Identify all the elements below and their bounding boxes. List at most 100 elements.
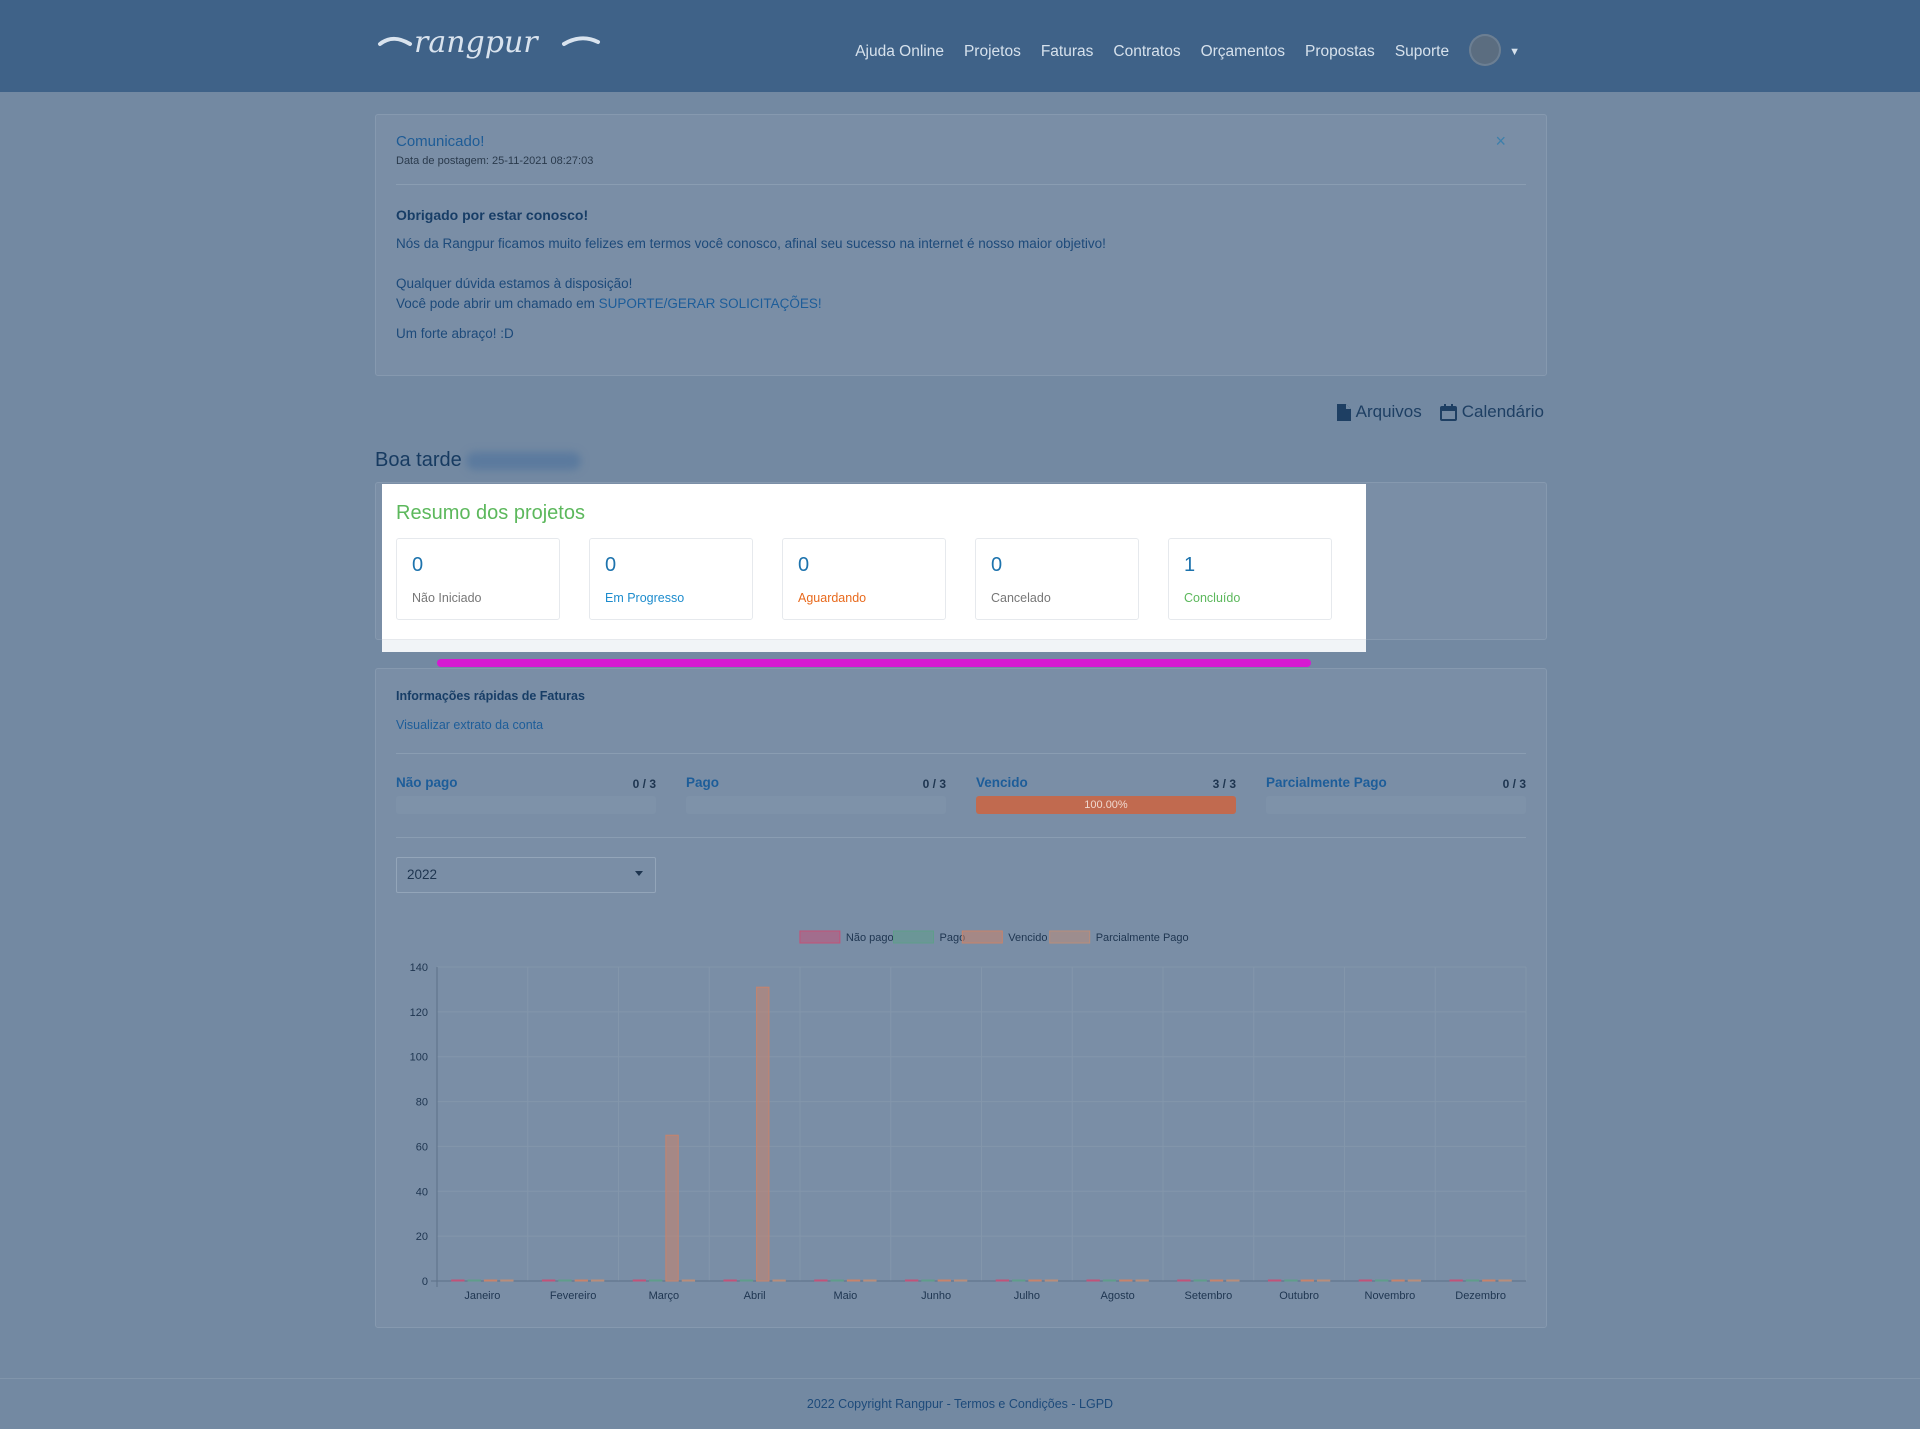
- chart-bar: [1391, 1279, 1405, 1282]
- blurred-username: [466, 452, 581, 470]
- stat-value: 0: [412, 554, 424, 576]
- stat-label: Concluído: [1184, 591, 1241, 605]
- nav-ajuda-online[interactable]: Ajuda Online: [855, 43, 944, 61]
- invoice-stat-label[interactable]: Pago: [686, 775, 946, 790]
- year-select[interactable]: 2022: [396, 857, 656, 893]
- chart-bar: [756, 986, 770, 1282]
- divider: [396, 837, 1526, 838]
- x-tick-label: Outubro: [1279, 1290, 1319, 1302]
- invoice-stat-overdue: Vencido 3 / 3 100.00%: [976, 775, 1236, 814]
- chart-bar: [558, 1279, 572, 1282]
- chart-bar: [723, 1279, 737, 1282]
- progress-bar: [396, 796, 656, 814]
- projects-card-footer: [382, 639, 1366, 652]
- footer-separator: -: [1067, 1397, 1080, 1411]
- stat-awaiting[interactable]: 0 Aguardando: [782, 538, 946, 620]
- support-link[interactable]: SUPORTE/GERAR SOLICITAÇÕES!: [599, 296, 822, 311]
- stat-in-progress[interactable]: 0 Em Progresso: [589, 538, 753, 620]
- chart-bar: [1465, 1279, 1480, 1282]
- announcement-heading: Obrigado por estar conosco!: [396, 207, 589, 223]
- user-avatar[interactable]: [1469, 34, 1502, 66]
- calendar-link[interactable]: Calendário: [1439, 402, 1544, 422]
- x-tick-label: Julho: [1014, 1290, 1040, 1302]
- chart-bar: [632, 1279, 647, 1282]
- chart-bar: [814, 1279, 828, 1282]
- invoice-stat-count: 0 / 3: [1502, 777, 1526, 791]
- invoices-chart: 0 20 40 60 80 100 120 140 Janeiro Fevereiro Março A…: [376, 909, 1546, 1319]
- chart-bar: [1086, 1279, 1100, 1282]
- announcement-panel: Comunicado! Data de postagem: 25-11-2021…: [375, 114, 1547, 376]
- y-tick-label: 20: [416, 1231, 428, 1243]
- chart-bar: [937, 1279, 951, 1282]
- files-link-label: Arquivos: [1355, 402, 1422, 421]
- x-tick-label: Setembro: [1185, 1290, 1233, 1302]
- chart-bar: [1028, 1279, 1042, 1282]
- chart-bar: [846, 1279, 861, 1282]
- rangpur-logo[interactable]: rangpur: [376, 22, 602, 68]
- chart-bar: [863, 1279, 877, 1282]
- y-tick-label: 60: [416, 1141, 428, 1153]
- y-tick-label: 140: [410, 962, 428, 974]
- nav-faturas[interactable]: Faturas: [1041, 43, 1094, 61]
- announcement-line-2: Qualquer dúvida estamos à disposição!: [396, 276, 633, 291]
- chart-bar: [1119, 1279, 1133, 1282]
- stat-label: Em Progresso: [605, 591, 685, 605]
- terms-link[interactable]: Termos e Condições: [954, 1397, 1068, 1411]
- nav-contratos[interactable]: Contratos: [1113, 43, 1180, 61]
- chart-bar: [1407, 1279, 1422, 1282]
- divider: [396, 184, 1526, 185]
- footer-text: 2022 Copyright Rangpur - Termos e Condiç…: [0, 1397, 1920, 1411]
- invoice-stat-label[interactable]: Não pago: [396, 775, 656, 790]
- x-tick-label: Agosto: [1101, 1290, 1135, 1302]
- x-tick-label: Novembro: [1365, 1290, 1416, 1302]
- invoice-stat-partially-paid: Parcialmente Pago 0 / 3: [1266, 775, 1526, 814]
- invoice-stat-label[interactable]: Vencido: [976, 775, 1236, 790]
- footer: 2022 Copyright Rangpur - Termos e Condiç…: [0, 1378, 1920, 1429]
- close-icon[interactable]: ×: [1495, 131, 1506, 152]
- chart-bar: [467, 1279, 481, 1282]
- invoice-stat-count: 0 / 3: [632, 777, 656, 791]
- announcement-line-1: Nós da Rangpur ficamos muito felizes em …: [396, 236, 1106, 251]
- chart-bar: [574, 1279, 588, 1282]
- chart-bar: [541, 1279, 556, 1282]
- legend-label: Pago: [940, 932, 966, 944]
- invoices-title: Informações rápidas de Faturas: [396, 689, 585, 703]
- stat-completed[interactable]: 1 Concluído: [1168, 538, 1332, 620]
- stat-label: Cancelado: [991, 591, 1051, 605]
- x-tick-label: Maio: [833, 1290, 857, 1302]
- announcement-line-4: Um forte abraço! :D: [396, 326, 514, 341]
- highlight-underline: [437, 659, 1311, 667]
- top-navbar: rangpur Ajuda Online Projetos Faturas Co…: [0, 0, 1920, 92]
- x-tick-label: Junho: [921, 1290, 951, 1302]
- stat-cancelled[interactable]: 0 Cancelado: [975, 538, 1139, 620]
- projects-summary-title: Resumo dos projetos: [396, 502, 585, 524]
- y-tick-label: 100: [410, 1052, 428, 1064]
- invoices-bar-chart: 0 20 40 60 80 100 120 140 Janeiro Fevereiro Março A…: [410, 930, 1527, 1302]
- lgpd-link[interactable]: LGPD: [1079, 1397, 1113, 1411]
- stat-value: 0: [605, 554, 617, 576]
- account-statement-link[interactable]: Visualizar extrato da conta: [396, 718, 543, 732]
- nav-suporte[interactable]: Suporte: [1395, 43, 1449, 61]
- chart-bar: [953, 1279, 968, 1282]
- invoice-stat-label[interactable]: Parcialmente Pago: [1266, 775, 1526, 790]
- legend-swatch: [799, 930, 841, 944]
- stat-label: Aguardando: [798, 591, 867, 605]
- user-menu-caret-icon[interactable]: ▼: [1509, 46, 1520, 58]
- y-tick-label: 80: [416, 1097, 428, 1109]
- chart-bar: [830, 1279, 844, 1282]
- nav-projetos[interactable]: Projetos: [964, 43, 1021, 61]
- nav-orcamentos[interactable]: Orçamentos: [1201, 43, 1285, 61]
- chart-bar: [1300, 1279, 1314, 1282]
- files-link[interactable]: Arquivos: [1336, 402, 1422, 422]
- stat-value: 0: [991, 554, 1003, 576]
- x-tick-label: Dezembro: [1455, 1290, 1506, 1302]
- chart-bar: [1209, 1279, 1224, 1282]
- chart-bar: [772, 1279, 786, 1282]
- stat-value: 0: [798, 554, 810, 576]
- calendar-icon: [1439, 403, 1457, 421]
- chart-bar: [1102, 1279, 1117, 1282]
- calendar-link-label: Calendário: [1461, 402, 1544, 421]
- nav-propostas[interactable]: Propostas: [1305, 43, 1375, 61]
- stat-not-started[interactable]: 0 Não Iniciado: [396, 538, 560, 620]
- stat-value: 1: [1184, 554, 1196, 576]
